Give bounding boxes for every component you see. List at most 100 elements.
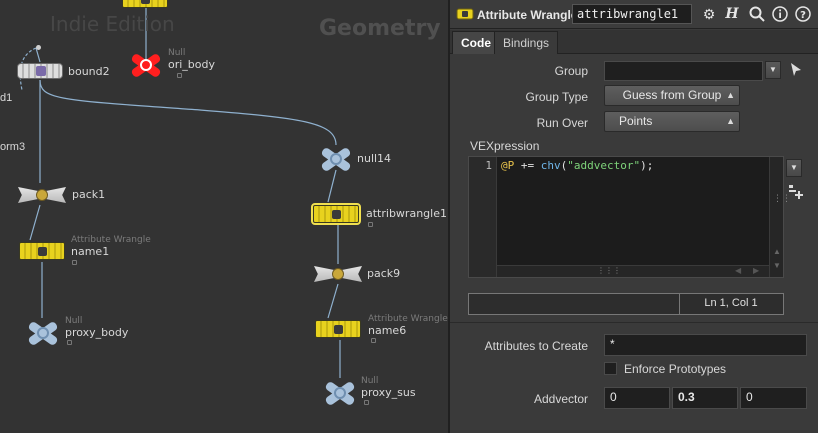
- line-number: 1: [485, 159, 492, 172]
- group-menu-button[interactable]: ▼: [765, 61, 781, 79]
- group-type-label: Group Type: [525, 90, 588, 104]
- node-name-field[interactable]: attribwrangle1: [572, 4, 692, 24]
- node-label-partial: d1: [0, 92, 13, 104]
- lock-icon: [177, 73, 182, 78]
- node-label: attribwrangle1: [366, 207, 447, 220]
- lock-icon: [368, 222, 373, 227]
- enforce-prototypes-label: Enforce Prototypes: [624, 362, 727, 376]
- scroll-down-icon[interactable]: ▼: [773, 261, 781, 270]
- node-proxy-body[interactable]: Null proxy_body: [25, 316, 145, 350]
- search-icon[interactable]: [748, 5, 766, 23]
- addvector-z-field[interactable]: 0: [740, 387, 807, 409]
- node-proxy-sus[interactable]: Null proxy_sus: [322, 376, 432, 410]
- addvector-label: Addvector: [533, 392, 588, 406]
- addvector-x-field[interactable]: 0: [604, 387, 670, 409]
- pack-core-icon: [332, 268, 344, 280]
- network-editor[interactable]: Indie Edition Geometry names Null ori_bo…: [0, 0, 448, 433]
- node-type-label: Null: [65, 316, 83, 326]
- null-node-icon: [25, 320, 61, 347]
- node-ori-body[interactable]: Null ori_body: [128, 48, 228, 82]
- group-type-dropdown[interactable]: Guess from Group ▲: [604, 85, 740, 106]
- wrangle-node-icon: [315, 320, 361, 338]
- node-bound2[interactable]: bound2: [17, 63, 127, 83]
- gear-icon[interactable]: ⚙: [700, 5, 718, 23]
- wrangle-type-icon: [456, 8, 474, 20]
- wrangle-node-icon: [19, 242, 65, 260]
- node-type-label: Attribute Wrangle: [71, 235, 151, 245]
- code-token-fn: chv: [540, 159, 561, 172]
- section-divider: [450, 322, 818, 323]
- code-token-op: +=: [514, 159, 541, 172]
- node-name6[interactable]: Attribute Wrangle name6: [315, 313, 448, 345]
- node-type-label: Null: [168, 48, 186, 58]
- pack-core-icon: [36, 189, 48, 201]
- node-name1[interactable]: Attribute Wrangle name1: [19, 234, 159, 265]
- tab-code[interactable]: Code: [452, 31, 500, 54]
- help-h-icon[interactable]: H: [723, 5, 741, 23]
- vexpression-label: VEXpression: [470, 139, 540, 153]
- run-over-label: Run Over: [536, 116, 588, 130]
- node-names[interactable]: names: [122, 0, 212, 10]
- addvector-y-field[interactable]: 0.3: [672, 387, 738, 409]
- edition-watermark: Indie Edition: [50, 12, 175, 36]
- group-field[interactable]: [604, 61, 763, 81]
- parameter-tabs: Code Bindings: [450, 30, 818, 54]
- node-pack9[interactable]: pack9: [314, 265, 404, 285]
- node-null14[interactable]: null14: [318, 144, 408, 174]
- vex-menu-button[interactable]: ▼: [786, 159, 802, 177]
- group-type-value: Guess from Group: [622, 88, 722, 102]
- scroll-up-icon[interactable]: ▲: [773, 247, 781, 256]
- node-type-title: Attribute Wrangle: [477, 8, 578, 22]
- info-icon[interactable]: [771, 5, 789, 23]
- bound-node-icon: [17, 63, 63, 79]
- null-node-icon: [318, 146, 354, 173]
- node-label: null14: [357, 152, 392, 165]
- enforce-prototypes-checkbox[interactable]: [604, 362, 617, 375]
- scroll-right-icon[interactable]: ▶: [753, 266, 759, 275]
- node-label: bound2: [68, 65, 110, 78]
- cursor-position: Ln 1, Col 1: [704, 297, 758, 309]
- parameter-toolbar: Attribute Wrangle attribwrangle1 ⚙ H ?: [450, 0, 818, 29]
- node-attribwrangle1[interactable]: attribwrangle1: [311, 203, 447, 230]
- group-label: Group: [554, 64, 588, 78]
- select-arrow-icon[interactable]: [789, 62, 803, 78]
- node-pack1[interactable]: pack1: [18, 186, 108, 206]
- code-token-string: "addvector": [567, 159, 641, 172]
- node-label: ori_body: [168, 58, 216, 71]
- node-label: name1: [71, 245, 110, 258]
- lock-icon: [371, 338, 376, 343]
- updown-icon: ▲: [726, 90, 735, 100]
- node-label: names: [174, 0, 211, 1]
- editor-status-bar: Ln 1, Col 1: [468, 293, 784, 315]
- question-icon[interactable]: ?: [794, 5, 812, 23]
- vex-code-editor[interactable]: 1 @P += chv("addvector"); ⋮⋮ ▲ ▼ ⋮⋮⋮ ◀ ▶: [468, 156, 791, 278]
- node-label: pack9: [367, 267, 401, 280]
- lock-icon: [67, 340, 72, 345]
- node-label-partial: orm3: [0, 141, 26, 153]
- run-over-dropdown[interactable]: Points ▲: [604, 111, 740, 132]
- scroll-left-icon[interactable]: ◀: [735, 266, 741, 275]
- node-type-label: Null: [361, 376, 379, 386]
- scroll-grip-icon: ⋮⋮⋮: [597, 266, 621, 275]
- wire-bound-null14: [39, 79, 337, 146]
- wire-bound-top: [35, 47, 41, 63]
- wire-null14-wrangle: [327, 169, 337, 203]
- context-watermark: Geometry: [319, 16, 441, 41]
- create-spare-parms-icon[interactable]: [787, 183, 805, 201]
- node-label: name6: [368, 324, 407, 337]
- node-type-label: Attribute Wrangle: [368, 314, 448, 324]
- run-over-value: Points: [619, 114, 653, 128]
- vertical-scrollbar[interactable]: ⋮⋮ ▲ ▼: [769, 157, 791, 277]
- lock-icon: [72, 260, 77, 265]
- line-number-gutter: 1: [469, 157, 497, 277]
- vex-code[interactable]: @P += chv("addvector");: [501, 159, 653, 172]
- node-label: proxy_body: [65, 326, 129, 339]
- attributes-to-create-field[interactable]: *: [604, 334, 807, 356]
- updown-icon: ▲: [726, 116, 735, 126]
- null-node-icon: [322, 380, 358, 407]
- output-port[interactable]: [36, 45, 41, 50]
- code-token-tail: );: [640, 159, 654, 172]
- parameter-pane: Attribute Wrangle attribwrangle1 ⚙ H ? C…: [448, 0, 818, 433]
- tab-bindings[interactable]: Bindings: [494, 31, 559, 54]
- horizontal-scrollbar[interactable]: ⋮⋮⋮ ◀ ▶: [497, 265, 769, 277]
